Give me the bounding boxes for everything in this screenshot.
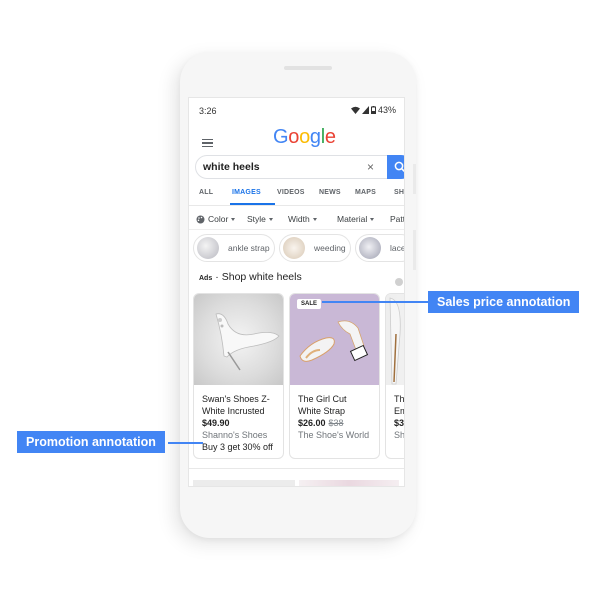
phone-side-button — [413, 164, 416, 194]
logo-letter: g — [309, 126, 321, 148]
active-tab-indicator — [230, 203, 275, 205]
menu-icon[interactable] — [202, 139, 213, 148]
promotion-annotation-line — [168, 442, 203, 444]
chevron-down-icon — [312, 217, 317, 221]
product-image — [194, 294, 283, 385]
sales-price-annotation-line — [322, 301, 430, 303]
filter-pattern[interactable]: Pattern — [390, 214, 405, 224]
product-promotion: Buy 3 get 30% off — [202, 442, 273, 452]
chevron-down-icon — [268, 217, 273, 221]
logo-letter: o — [299, 126, 310, 148]
result-image[interactable] — [299, 480, 399, 486]
ads-header: Ads · Shop white heels — [199, 271, 302, 283]
tab-all[interactable]: ALL — [199, 189, 213, 196]
sales-price-annotation: Sales price annotation — [428, 291, 580, 313]
phone-screen: 3:26 43% Google white heels × ALL IMAGES… — [188, 97, 405, 487]
chip-thumbnail — [283, 237, 305, 259]
ads-label: Ads — [199, 275, 213, 282]
tab-shopping[interactable]: SHO — [394, 189, 404, 196]
product-title: White Incrusted — [202, 406, 265, 416]
chip-label: ankle strap — [228, 243, 270, 253]
tab-images[interactable]: IMAGES — [232, 189, 261, 196]
filter-width[interactable]: Width — [288, 214, 317, 224]
product-price: $37 — [394, 418, 405, 428]
product-seller: The Shoe's World — [298, 430, 370, 440]
search-tabs: ALL IMAGES VIDEOS NEWS MAPS SHO — [189, 184, 404, 206]
chip-label: weeding — [314, 243, 346, 253]
chip-thumbnail — [359, 237, 381, 259]
filter-label: Width — [288, 214, 310, 224]
status-time: 3:26 — [199, 106, 217, 116]
logo-letter: o — [288, 126, 300, 148]
chip-weeding[interactable]: weeding — [279, 234, 351, 262]
search-icon — [394, 161, 404, 173]
product-image: SALE — [290, 294, 379, 385]
logo-letter: e — [324, 126, 336, 148]
product-seller: Shanno's Shoes — [202, 430, 268, 440]
status-bar: 3:26 43% — [189, 98, 404, 122]
product-title: Emb — [394, 406, 404, 416]
search-input[interactable]: white heels — [203, 161, 260, 173]
product-seller: Sho — [394, 430, 405, 440]
search-box[interactable]: white heels × — [195, 155, 404, 179]
filter-label: Pattern — [390, 214, 405, 224]
shoe-image — [389, 297, 401, 385]
filter-material[interactable]: Material — [337, 214, 375, 224]
filter-label: Material — [337, 214, 368, 224]
product-price: $49.90 — [202, 418, 230, 428]
suggestion-chips: ankle strap weeding lace — [189, 232, 404, 264]
wifi-icon — [350, 106, 360, 114]
chip-label: lace — [390, 243, 405, 253]
tab-maps[interactable]: MAPS — [355, 189, 376, 196]
search-button[interactable] — [387, 155, 404, 179]
phone-side-button — [413, 230, 416, 270]
filter-label: Color — [208, 214, 229, 224]
product-title: Swan's Shoes Z- — [202, 394, 270, 404]
palette-icon — [196, 215, 205, 223]
ads-title: Shop white heels — [221, 271, 302, 283]
chevron-down-icon — [370, 217, 375, 221]
product-card[interactable]: SALE The Girl Cut White Strap $26.00 $38 … — [289, 293, 380, 459]
filter-color[interactable]: Color — [196, 214, 236, 224]
product-card[interactable]: Swan's Shoes Z- White Incrusted $49.90 S… — [193, 293, 284, 459]
product-price-row: $26.00 $38 — [298, 417, 379, 429]
product-price: $26.00 — [298, 418, 326, 428]
chip-ankle-strap[interactable]: ankle strap — [193, 234, 275, 262]
product-image — [386, 294, 404, 385]
signal-icon — [361, 106, 369, 114]
stage: 3:26 43% Google white heels × ALL IMAGES… — [0, 0, 600, 600]
google-logo[interactable]: Google — [273, 126, 336, 149]
product-title: White Strap — [298, 406, 346, 416]
sale-badge: SALE — [297, 299, 322, 309]
filter-bar: Color Style Width Material Pattern — [189, 206, 404, 230]
product-old-price: $38 — [328, 418, 344, 428]
speaker-grille — [284, 66, 332, 70]
section-divider — [189, 468, 404, 469]
product-title: The — [394, 394, 405, 404]
tab-news[interactable]: NEWS — [319, 189, 341, 196]
battery-icon — [370, 106, 376, 114]
result-image[interactable] — [193, 480, 295, 486]
promotion-annotation: Promotion annotation — [17, 431, 165, 453]
product-title: The Girl Cut — [298, 394, 347, 404]
tab-videos[interactable]: VIDEOS — [277, 189, 305, 196]
chip-lace[interactable]: lace — [355, 234, 405, 262]
product-card[interactable]: The Emb $37 Sho — [385, 293, 405, 459]
filter-label: Style — [247, 214, 266, 224]
info-icon[interactable] — [395, 278, 403, 286]
shoe-image — [215, 313, 280, 371]
clear-icon[interactable]: × — [367, 160, 374, 174]
chevron-down-icon — [231, 217, 236, 221]
battery-percent: 43% — [377, 105, 396, 115]
logo-letter: G — [273, 126, 289, 148]
chip-thumbnail — [197, 237, 219, 259]
ads-separator: · — [215, 271, 219, 283]
filter-style[interactable]: Style — [247, 214, 273, 224]
